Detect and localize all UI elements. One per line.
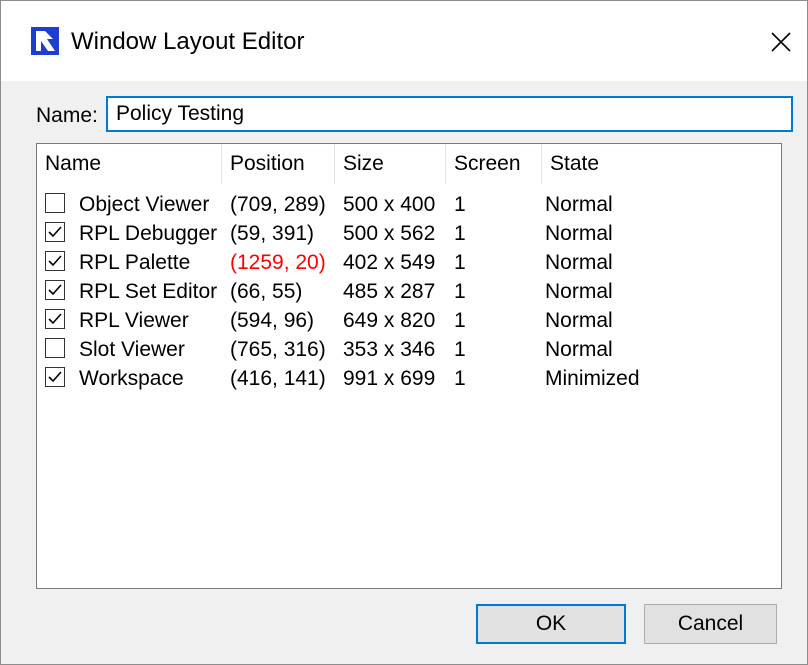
close-button[interactable] <box>761 22 801 62</box>
row-size: 353 x 346 <box>343 338 436 361</box>
row-size: 485 x 287 <box>343 280 436 303</box>
name-input[interactable] <box>106 96 793 132</box>
row-position: (1259, 20) <box>230 251 326 274</box>
window-list-table: Name Position Size Screen State Object V… <box>36 143 782 589</box>
row-checkbox[interactable] <box>45 309 65 329</box>
row-name: RPL Debugger <box>79 222 218 245</box>
row-position: (594, 96) <box>230 309 315 332</box>
row-position: (59, 391) <box>230 222 315 245</box>
checkmark-icon <box>48 255 62 267</box>
checkmark-icon <box>48 226 62 238</box>
checkmark-icon <box>48 284 62 296</box>
row-screen: 1 <box>454 367 466 390</box>
row-state: Normal <box>545 338 613 361</box>
row-name: RPL Set Editor <box>79 280 218 303</box>
row-position: (765, 316) <box>230 338 326 361</box>
column-header-size[interactable]: Size <box>335 144 446 184</box>
row-size: 500 x 562 <box>343 222 436 245</box>
row-state: Minimized <box>545 367 640 390</box>
table-row[interactable]: RPL Set Editor (66, 55) 485 x 287 1 Normal <box>37 277 781 306</box>
row-screen: 1 <box>454 338 466 361</box>
row-size: 500 x 400 <box>343 193 436 216</box>
table-row[interactable]: Object Viewer (709, 289) 500 x 400 1 Normal <box>37 190 781 219</box>
table-row[interactable]: RPL Viewer (594, 96) 649 x 820 1 Normal <box>37 306 781 335</box>
row-size: 991 x 699 <box>343 367 436 390</box>
row-position: (66, 55) <box>230 280 303 303</box>
column-header-screen[interactable]: Screen <box>446 144 542 184</box>
row-name: Object Viewer <box>79 193 210 216</box>
row-name: RPL Palette <box>79 251 191 274</box>
row-checkbox[interactable] <box>45 251 65 271</box>
row-screen: 1 <box>454 280 466 303</box>
row-checkbox[interactable] <box>45 280 65 300</box>
row-state: Normal <box>545 222 613 245</box>
row-name: Slot Viewer <box>79 338 185 361</box>
row-size: 402 x 549 <box>343 251 436 274</box>
row-screen: 1 <box>454 251 466 274</box>
table-row[interactable]: RPL Debugger (59, 391) 500 x 562 1 Normal <box>37 219 781 248</box>
table-row[interactable]: RPL Palette (1259, 20) 402 x 549 1 Normal <box>37 248 781 277</box>
row-checkbox[interactable] <box>45 193 65 213</box>
table-row[interactable]: Workspace (416, 141) 991 x 699 1 Minimized <box>37 364 781 393</box>
row-checkbox[interactable] <box>45 338 65 358</box>
row-checkbox[interactable] <box>45 222 65 242</box>
ok-button[interactable]: OK <box>476 604 626 644</box>
column-header-state[interactable]: State <box>542 144 780 184</box>
name-label: Name: <box>36 104 98 127</box>
close-icon <box>771 32 791 52</box>
row-state: Normal <box>545 309 613 332</box>
cancel-button[interactable]: Cancel <box>644 604 777 644</box>
row-checkbox[interactable] <box>45 367 65 387</box>
row-screen: 1 <box>454 309 466 332</box>
checkmark-icon <box>48 371 62 383</box>
row-state: Normal <box>545 280 613 303</box>
title-bar: Window Layout Editor <box>1 1 807 81</box>
window-layout-editor-dialog: Window Layout Editor Name: Name Position… <box>0 0 808 665</box>
app-logo-icon <box>31 27 59 55</box>
checkmark-icon <box>48 313 62 325</box>
row-position: (709, 289) <box>230 193 326 216</box>
column-header-name[interactable]: Name <box>37 144 222 184</box>
row-state: Normal <box>545 251 613 274</box>
row-state: Normal <box>545 193 613 216</box>
row-size: 649 x 820 <box>343 309 436 332</box>
column-header-position[interactable]: Position <box>222 144 335 184</box>
row-screen: 1 <box>454 222 466 245</box>
row-name: RPL Viewer <box>79 309 189 332</box>
table-row[interactable]: Slot Viewer (765, 316) 353 x 346 1 Normal <box>37 335 781 364</box>
row-name: Workspace <box>79 367 184 390</box>
row-screen: 1 <box>454 193 466 216</box>
row-position: (416, 141) <box>230 367 326 390</box>
window-title: Window Layout Editor <box>71 28 305 55</box>
